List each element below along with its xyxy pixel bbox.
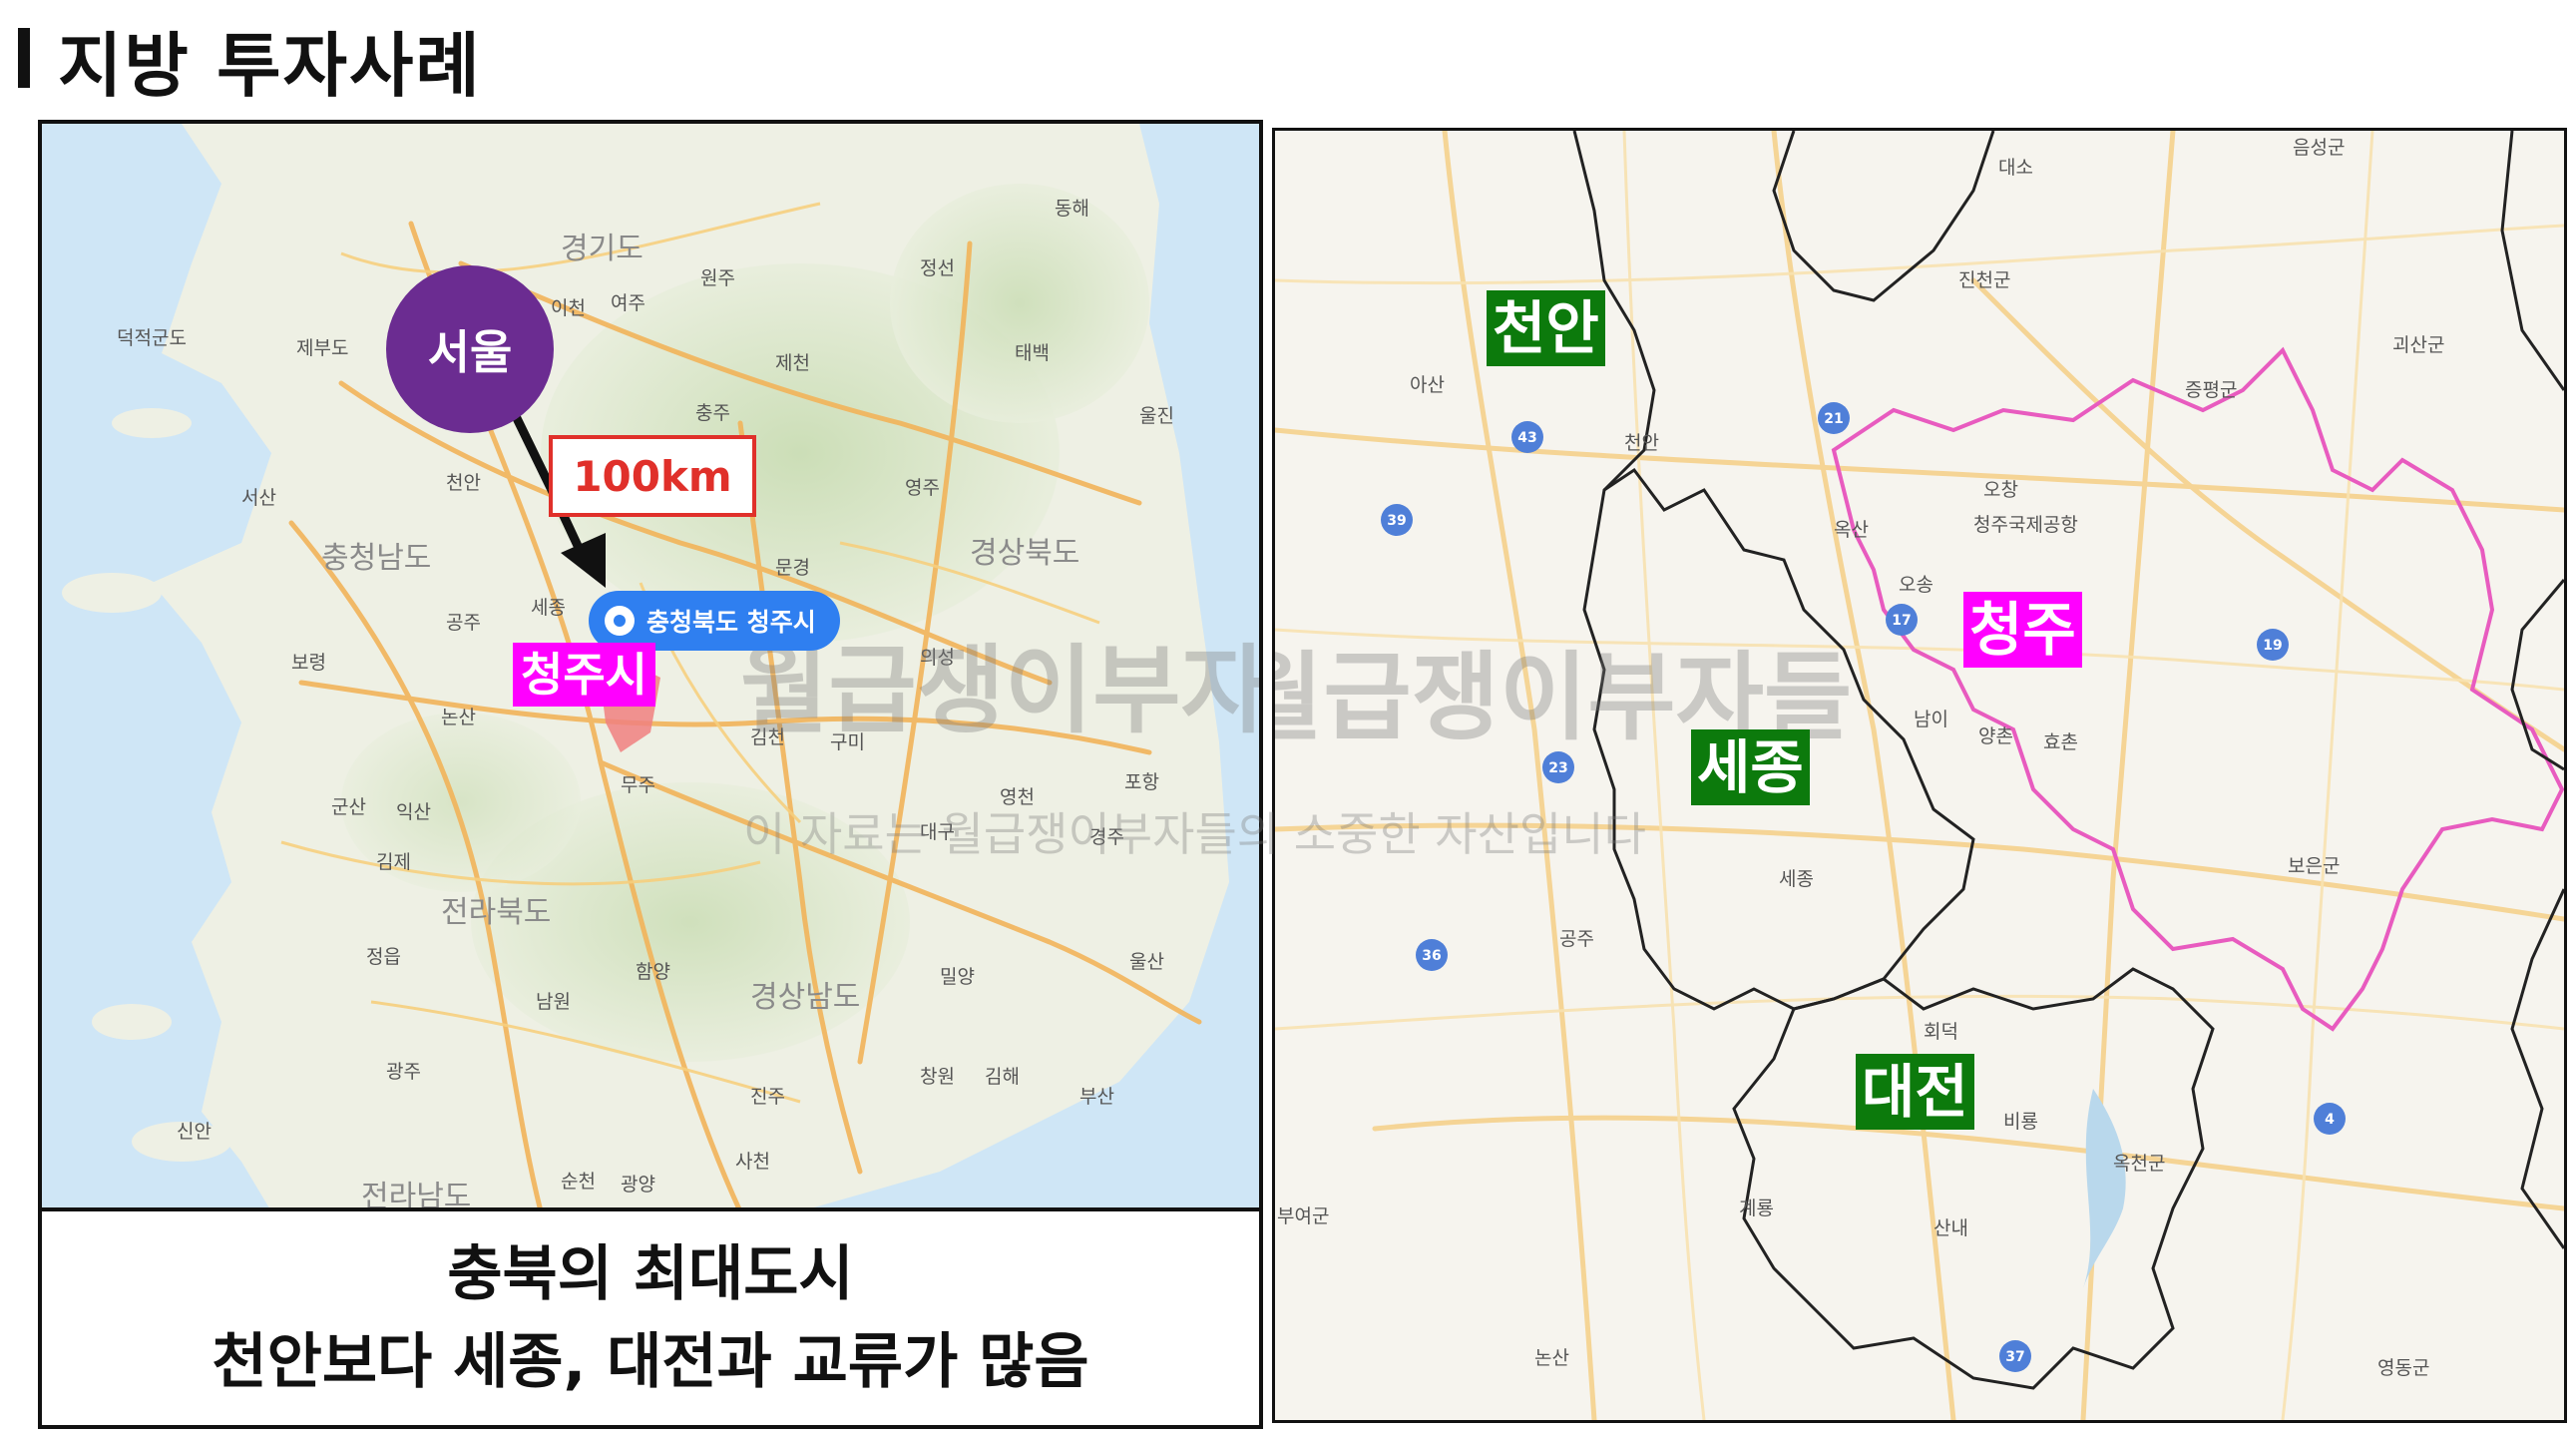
region-label-sannae: 산내 xyxy=(1933,1217,1968,1239)
svg-text:4: 4 xyxy=(2325,1112,2335,1128)
map-label-gimhae: 김해 xyxy=(985,1066,1020,1088)
region-label-osong: 오송 xyxy=(1899,574,1933,596)
caption-line-2: 천안보다 세종, 대전과 교류가 많음 xyxy=(212,1327,1089,1397)
map-label-boryeong: 보령 xyxy=(291,652,326,674)
region-label-gongju: 공주 xyxy=(1559,928,1594,950)
caption-line-1: 충북의 최대도시 xyxy=(447,1239,854,1309)
svg-text:23: 23 xyxy=(1548,760,1567,776)
region-label-sejong: 세종 xyxy=(1779,868,1814,890)
chungcheong-region-map[interactable]: 43 39 21 17 19 23 36 4 37 아산 천안 진천군 음성군 괴산군 증평… xyxy=(1272,128,2567,1423)
map-label-nonsan: 논산 xyxy=(441,707,476,728)
location-chip-label: 충청북도 청주시 xyxy=(646,608,816,637)
region-label-biryong: 비룡 xyxy=(2003,1111,2038,1133)
caption-box: 충북의 최대도시 천안보다 세종, 대전과 교류가 많음 xyxy=(38,1207,1263,1429)
cheongju-city-tag: 청주시 xyxy=(513,643,655,707)
map-label-jebudo: 제부도 xyxy=(296,337,349,359)
map-label-gwangyang: 광양 xyxy=(621,1174,655,1196)
region-label-goesan: 괴산군 xyxy=(2392,334,2445,356)
map-label-wonju: 원주 xyxy=(700,267,735,289)
map-label-suncheon: 순천 xyxy=(561,1171,596,1193)
map-label-uljin: 울진 xyxy=(1139,405,1174,427)
korea-overview-map[interactable]: 경기도 충청남도 경상북도 전라북도 경상남도 전라남도 여주 원주 이천 수원… xyxy=(38,120,1263,1215)
daejeon-tag: 대전 xyxy=(1856,1054,1974,1130)
sejong-tag: 세종 xyxy=(1691,729,1810,805)
map-label-jecheon: 제천 xyxy=(775,352,810,374)
map-label-sinan: 신안 xyxy=(177,1121,212,1143)
map-label-deokjeok: 덕적군도 xyxy=(117,327,187,349)
map-label-jinju: 진주 xyxy=(750,1086,785,1108)
location-chip[interactable]: 충청북도 청주시 xyxy=(589,591,840,651)
region-label-yangchon: 양촌 xyxy=(1978,725,2013,747)
watermark-notice: 이 자료는 월급쟁이부자들의 소중한 자산입니다 xyxy=(743,807,1646,861)
map-label-changwon: 창원 xyxy=(920,1066,955,1088)
svg-text:36: 36 xyxy=(1422,948,1441,964)
cheonan-tag: 천안 xyxy=(1487,290,1605,366)
map-label-icheon: 이천 xyxy=(551,297,586,319)
map-label-chungnam: 충청남도 xyxy=(321,541,432,576)
region-label-airport: 청주국제공항 xyxy=(1973,514,2078,536)
svg-text:17: 17 xyxy=(1892,613,1911,629)
region-label-jincheon: 진천군 xyxy=(1958,269,2011,291)
map-label-gimje: 김제 xyxy=(376,851,411,873)
region-label-jeungpyeong: 증평군 xyxy=(2185,379,2238,401)
region-label-hyochon: 효촌 xyxy=(2043,731,2078,753)
region-label-cheonan: 천안 xyxy=(1624,432,1659,454)
map-label-iksan: 익산 xyxy=(396,801,431,823)
map-label-jeongeup: 정읍 xyxy=(366,946,401,968)
region-label-gyeryong: 계룡 xyxy=(1739,1198,1774,1219)
region-label-yeongdong: 영동군 xyxy=(2377,1357,2430,1379)
cheongju-tag: 청주 xyxy=(1963,592,2082,668)
map-label-yeongju: 영주 xyxy=(905,477,940,499)
region-label-okcheon: 옥천군 xyxy=(2113,1153,2166,1175)
seoul-marker: 서울 xyxy=(386,265,554,433)
region-label-boeun: 보은군 xyxy=(2288,855,2341,877)
map-label-seosan: 서산 xyxy=(241,487,276,509)
map-label-pohang: 포항 xyxy=(1124,771,1159,793)
map-label-gyeonggi: 경기도 xyxy=(561,232,644,266)
map-label-muju: 무주 xyxy=(621,774,655,796)
map-label-miryang: 밀양 xyxy=(940,966,975,988)
svg-text:43: 43 xyxy=(1517,430,1536,446)
map-label-busan: 부산 xyxy=(1079,1086,1114,1108)
map-pin-icon xyxy=(605,606,635,636)
map-label-donghae: 동해 xyxy=(1055,198,1089,220)
map-label-gyeongnam: 경상남도 xyxy=(750,980,861,1015)
region-label-asan: 아산 xyxy=(1410,374,1445,396)
map-label-sacheon: 사천 xyxy=(735,1151,770,1173)
svg-text:21: 21 xyxy=(1824,411,1843,427)
region-map-graphic: 43 39 21 17 19 23 36 4 37 xyxy=(1275,131,2564,1420)
map-label-namwon: 남원 xyxy=(536,991,571,1013)
map-label-jeongseon: 정선 xyxy=(920,257,955,279)
region-label-ochang: 오창 xyxy=(1983,479,2018,501)
map-label-hamyang: 함양 xyxy=(636,961,670,983)
page-title: 지방 투자사례 xyxy=(58,25,482,107)
region-label-hoedeok: 회덕 xyxy=(1924,1021,1958,1043)
map-label-mungyeong: 문경 xyxy=(775,557,810,579)
map-label-sejong: 세종 xyxy=(531,597,566,619)
map-label-yeoju: 여주 xyxy=(611,292,645,314)
region-label-nonsan: 논산 xyxy=(1534,1347,1569,1369)
map-label-gwangju: 광주 xyxy=(386,1061,421,1083)
map-label-gyeongbuk: 경상북도 xyxy=(970,536,1080,571)
region-label-daeso: 대소 xyxy=(1998,157,2033,179)
region-label-nami: 남이 xyxy=(1914,709,1948,730)
svg-text:19: 19 xyxy=(2263,638,2282,654)
map-label-jeonbuk: 전라북도 xyxy=(441,895,552,930)
map-label-chungju: 충주 xyxy=(695,402,730,424)
map-label-ulsan: 울산 xyxy=(1129,951,1164,973)
svg-text:37: 37 xyxy=(2005,1349,2024,1365)
distance-label: 100km xyxy=(549,435,756,517)
title-accent-bar xyxy=(18,28,30,88)
map-label-cheonan: 천안 xyxy=(446,472,481,494)
map-label-taebaek: 태백 xyxy=(1015,342,1050,364)
map-label-gunsan: 군산 xyxy=(331,796,366,818)
region-label-eumseong: 음성군 xyxy=(2293,137,2346,159)
svg-text:39: 39 xyxy=(1387,513,1406,529)
map-label-gongju: 공주 xyxy=(446,612,481,634)
region-label-buyeo: 부여군 xyxy=(1277,1205,1330,1227)
region-label-oksan: 옥산 xyxy=(1834,519,1869,541)
